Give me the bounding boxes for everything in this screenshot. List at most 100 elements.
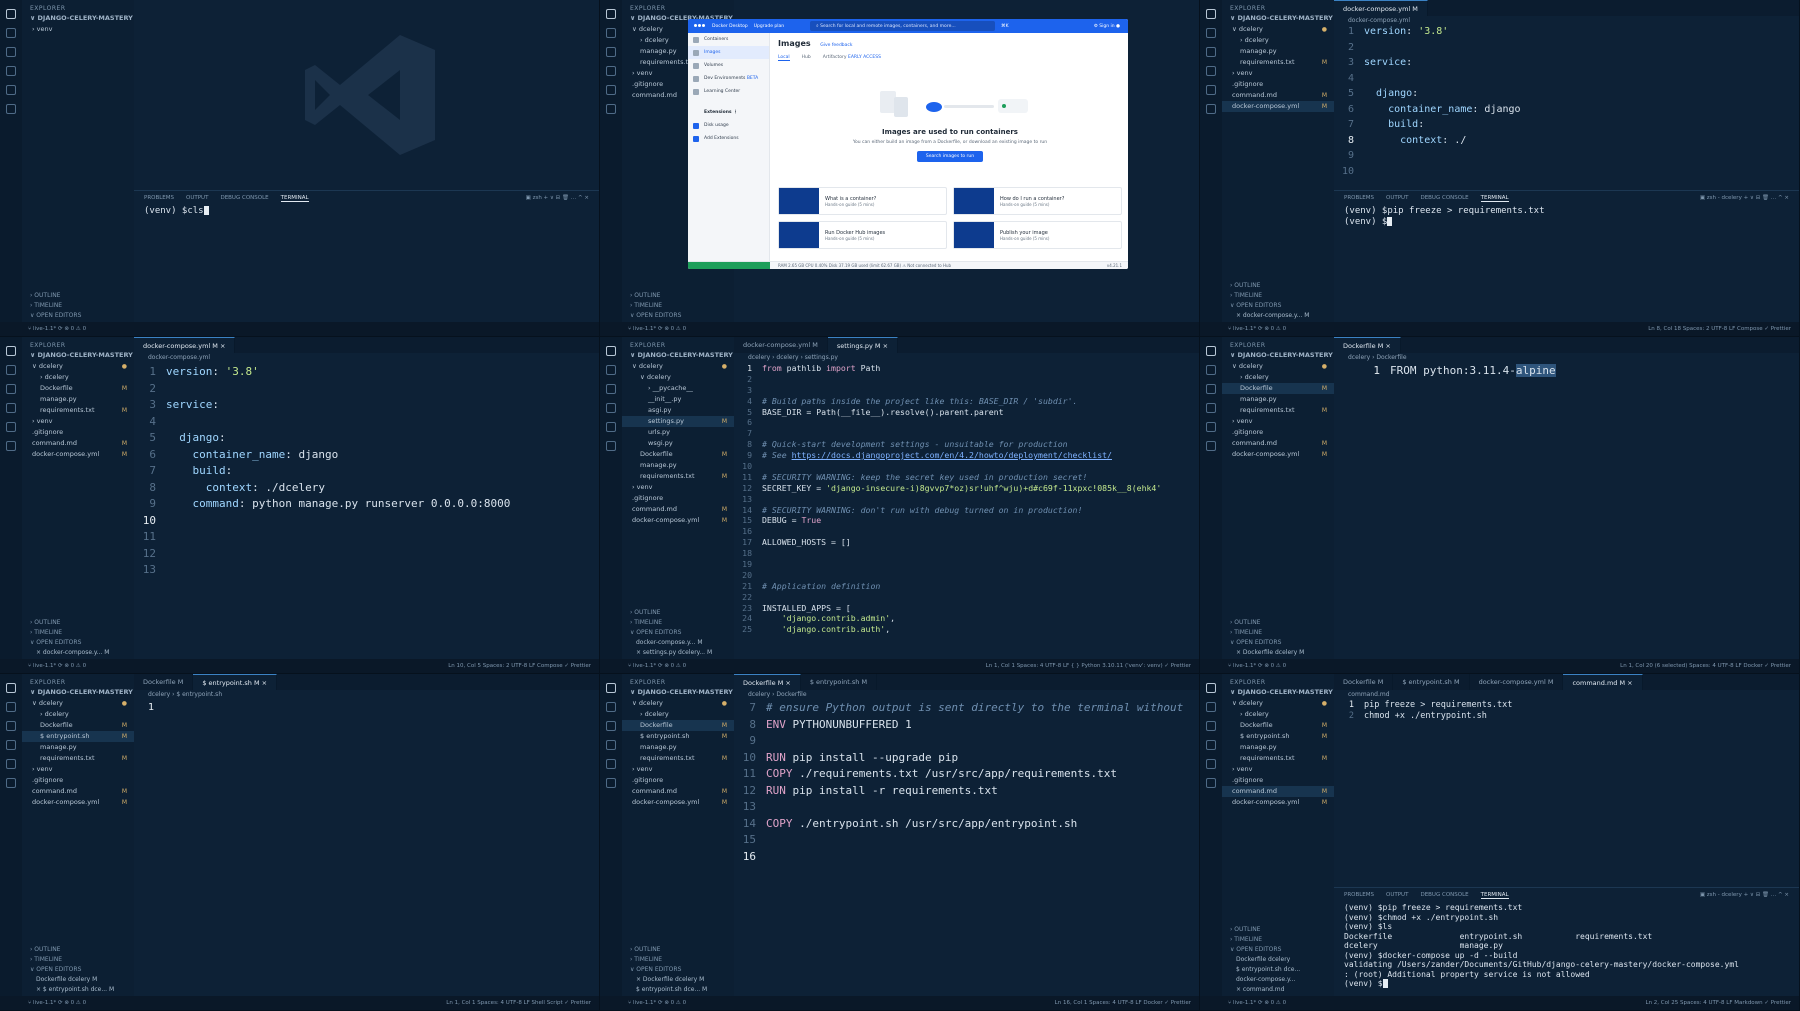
timeline-section[interactable]: › TIMELINE — [622, 955, 734, 965]
outline-section[interactable]: › OUTLINE — [1222, 281, 1334, 291]
guide-card[interactable]: How do I run a container? Hands-on guide … — [953, 187, 1122, 215]
open-editors-section[interactable]: ∨ OPEN EDITORS — [1222, 301, 1334, 311]
extensions-icon[interactable] — [1206, 759, 1216, 769]
files-icon[interactable] — [6, 683, 16, 693]
open-editor-item[interactable]: × Dockerfile dcelery M — [622, 975, 734, 985]
file-tree-item[interactable]: docker-compose.yml M — [622, 797, 734, 808]
project-root[interactable]: ∨ DJANGO-CELERY-MASTERY — [1222, 13, 1334, 24]
docker-icon[interactable] — [1206, 104, 1216, 114]
docker-icon[interactable] — [6, 441, 16, 451]
code-editor[interactable]: 1 version: '3.8' 2 3 service: 4 5 django: 6 con… — [134, 364, 599, 579]
status-right[interactable]: Ln 2, Col 25 Spaces: 4 UTF-8 LF Markdown… — [1646, 996, 1792, 1010]
outline-section[interactable]: › OUTLINE — [622, 945, 734, 955]
file-tree-item[interactable]: requirements.txt M — [22, 753, 134, 764]
source-control-icon[interactable] — [606, 384, 616, 394]
sign-in-button[interactable]: ⚙ Sign in ● — [1094, 24, 1120, 29]
source-control-icon[interactable] — [1206, 721, 1216, 731]
search-images-button[interactable]: Search images to run — [916, 151, 984, 162]
file-tree-item[interactable]: manage.py — [622, 460, 734, 471]
breadcrumb[interactable]: command.md — [1348, 691, 1390, 698]
file-tree-item[interactable]: .gitignore — [1222, 775, 1334, 786]
status-right[interactable]: Ln 1, Col 20 (6 selected) Spaces: 4 UTF-… — [1620, 659, 1791, 673]
file-tree-item[interactable]: › dcelery — [1222, 372, 1334, 383]
file-tree-item[interactable]: command.md M — [1222, 438, 1334, 449]
file-tree-item[interactable]: ∨ dcelery ● — [22, 361, 134, 372]
file-tree-item[interactable]: Dockerfile M — [22, 383, 134, 394]
open-editors-section[interactable]: ∨ OPEN EDITORS — [622, 628, 734, 638]
open-editors-section[interactable]: ∨ OPEN EDITORS — [22, 965, 134, 975]
file-tree-item[interactable]: .gitignore — [22, 427, 134, 438]
docker-icon[interactable] — [6, 104, 16, 114]
source-control-icon[interactable] — [606, 721, 616, 731]
open-editor-item[interactable]: $ entrypoint.sh dce... — [1222, 965, 1334, 975]
project-root[interactable]: ∨ DJANGO-CELERY-MASTERY — [22, 687, 134, 698]
extensions-icon[interactable] — [606, 422, 616, 432]
file-tree-item[interactable]: Dockerfile M — [1222, 720, 1334, 731]
search-icon[interactable] — [606, 365, 616, 375]
terminal-shell-label[interactable]: ▣ zsh - dcelery + ∨ ⊟ 🗑 … ^ × — [1700, 892, 1789, 899]
open-editor-item[interactable]: × $ entrypoint.sh dce... M — [22, 985, 134, 995]
status-right[interactable]: Ln 1, Col 1 Spaces: 4 UTF-8 LF { } Pytho… — [986, 659, 1191, 673]
file-tree-item[interactable]: › dcelery — [1222, 709, 1334, 720]
project-root[interactable]: ∨ DJANGO-CELERY-MASTERY — [22, 350, 134, 361]
editor-tab[interactable]: docker-compose.yml M × — [134, 337, 236, 353]
file-tree-item[interactable]: Dockerfile M — [1222, 383, 1334, 394]
timeline-section[interactable]: › TIMELINE — [622, 618, 734, 628]
file-tree-item[interactable]: manage.py — [1222, 394, 1334, 405]
file-tree-item[interactable]: › dcelery — [22, 709, 134, 720]
file-tree-item[interactable]: docker-compose.yml M — [1222, 797, 1334, 808]
guide-card[interactable]: Publish your image Hands-on guide (5 mins… — [953, 221, 1122, 249]
open-editor-item[interactable]: × command.md — [1222, 985, 1334, 995]
docker-nav-item[interactable]: Dev Environments BETA — [688, 72, 769, 85]
run-debug-icon[interactable] — [1206, 740, 1216, 750]
file-tree-item[interactable]: requirements.txt M — [622, 471, 734, 482]
extensions-icon[interactable] — [6, 759, 16, 769]
outline-section[interactable]: › OUTLINE — [22, 618, 134, 628]
upgrade-plan-link[interactable]: Upgrade plan — [754, 24, 784, 29]
extensions-icon[interactable] — [606, 759, 616, 769]
project-root[interactable]: ∨ DJANGO-CELERY-MASTERY — [1222, 350, 1334, 361]
file-tree-item[interactable]: command.md M — [22, 438, 134, 449]
open-editors-section[interactable]: ∨ OPEN EDITORS — [622, 965, 734, 975]
file-tree-item[interactable]: › venv — [22, 24, 134, 35]
timeline-section[interactable]: › TIMELINE — [22, 955, 134, 965]
terminal-panel[interactable]: PROBLEMS OUTPUT DEBUG CONSOLE TERMINAL ▣ zsh… — [1334, 190, 1799, 322]
search-icon[interactable] — [606, 702, 616, 712]
open-editor-item[interactable]: × Dockerfile dcelery M — [1222, 648, 1334, 658]
outline-section[interactable]: › OUTLINE — [1222, 618, 1334, 628]
search-icon[interactable] — [6, 702, 16, 712]
open-editor-item[interactable]: docker-compose.y... M — [622, 638, 734, 648]
file-tree-item[interactable]: $ entrypoint.sh M — [622, 731, 734, 742]
search-icon[interactable] — [606, 28, 616, 38]
docker-icon[interactable] — [1206, 441, 1216, 451]
panel-tab[interactable]: OUTPUT — [1386, 892, 1408, 899]
source-control-icon[interactable] — [1206, 47, 1216, 57]
files-icon[interactable] — [606, 346, 616, 356]
branch-indicator[interactable]: ⑂ live-1.1* ⟳ ⊗ 0 ⚠ 0 — [28, 663, 86, 669]
status-right[interactable]: Ln 16, Col 1 Spaces: 4 UTF-8 LF Docker ✓… — [1055, 996, 1191, 1010]
docker-nav-item[interactable]: Learning Center — [688, 85, 769, 98]
file-tree-item[interactable]: › venv — [22, 416, 134, 427]
project-root[interactable]: ∨ DJANGO-CELERY-MASTERY — [622, 687, 734, 698]
breadcrumb[interactable]: docker-compose.yml — [1348, 17, 1410, 24]
file-tree-item[interactable]: manage.py — [1222, 742, 1334, 753]
search-icon[interactable] — [1206, 365, 1216, 375]
file-tree-item[interactable]: ∨ dcelery ● — [22, 698, 134, 709]
file-tree-item[interactable]: docker-compose.yml M — [22, 797, 134, 808]
project-root[interactable]: ∨ DJANGO-CELERY-MASTERY — [1222, 687, 1334, 698]
outline-section[interactable]: › OUTLINE — [622, 291, 734, 301]
branch-indicator[interactable]: ⑂ live-1.1* ⟳ ⊗ 0 ⚠ 0 — [1228, 1000, 1286, 1006]
file-tree-item[interactable]: .gitignore — [622, 775, 734, 786]
file-tree-item[interactable]: .gitignore — [1222, 427, 1334, 438]
panel-tab[interactable]: TERMINAL — [1480, 195, 1509, 202]
extensions-icon[interactable] — [6, 85, 16, 95]
file-tree-item[interactable]: __init__.py — [622, 394, 734, 405]
file-tree-item[interactable]: ∨ dcelery ● — [1222, 24, 1334, 35]
editor-tab[interactable]: $ entrypoint.sh M — [1393, 674, 1470, 690]
extension-item[interactable]: Add Extensions — [688, 132, 769, 145]
branch-indicator[interactable]: ⑂ live-1.1* ⟳ ⊗ 0 ⚠ 0 — [1228, 326, 1286, 332]
guide-card[interactable]: Run Docker Hub images Hands-on guide (5 m… — [778, 221, 947, 249]
file-tree-item[interactable]: asgi.py — [622, 405, 734, 416]
panel-tab[interactable]: DEBUG CONSOLE — [220, 195, 268, 202]
file-tree-item[interactable]: command.md M — [22, 786, 134, 797]
